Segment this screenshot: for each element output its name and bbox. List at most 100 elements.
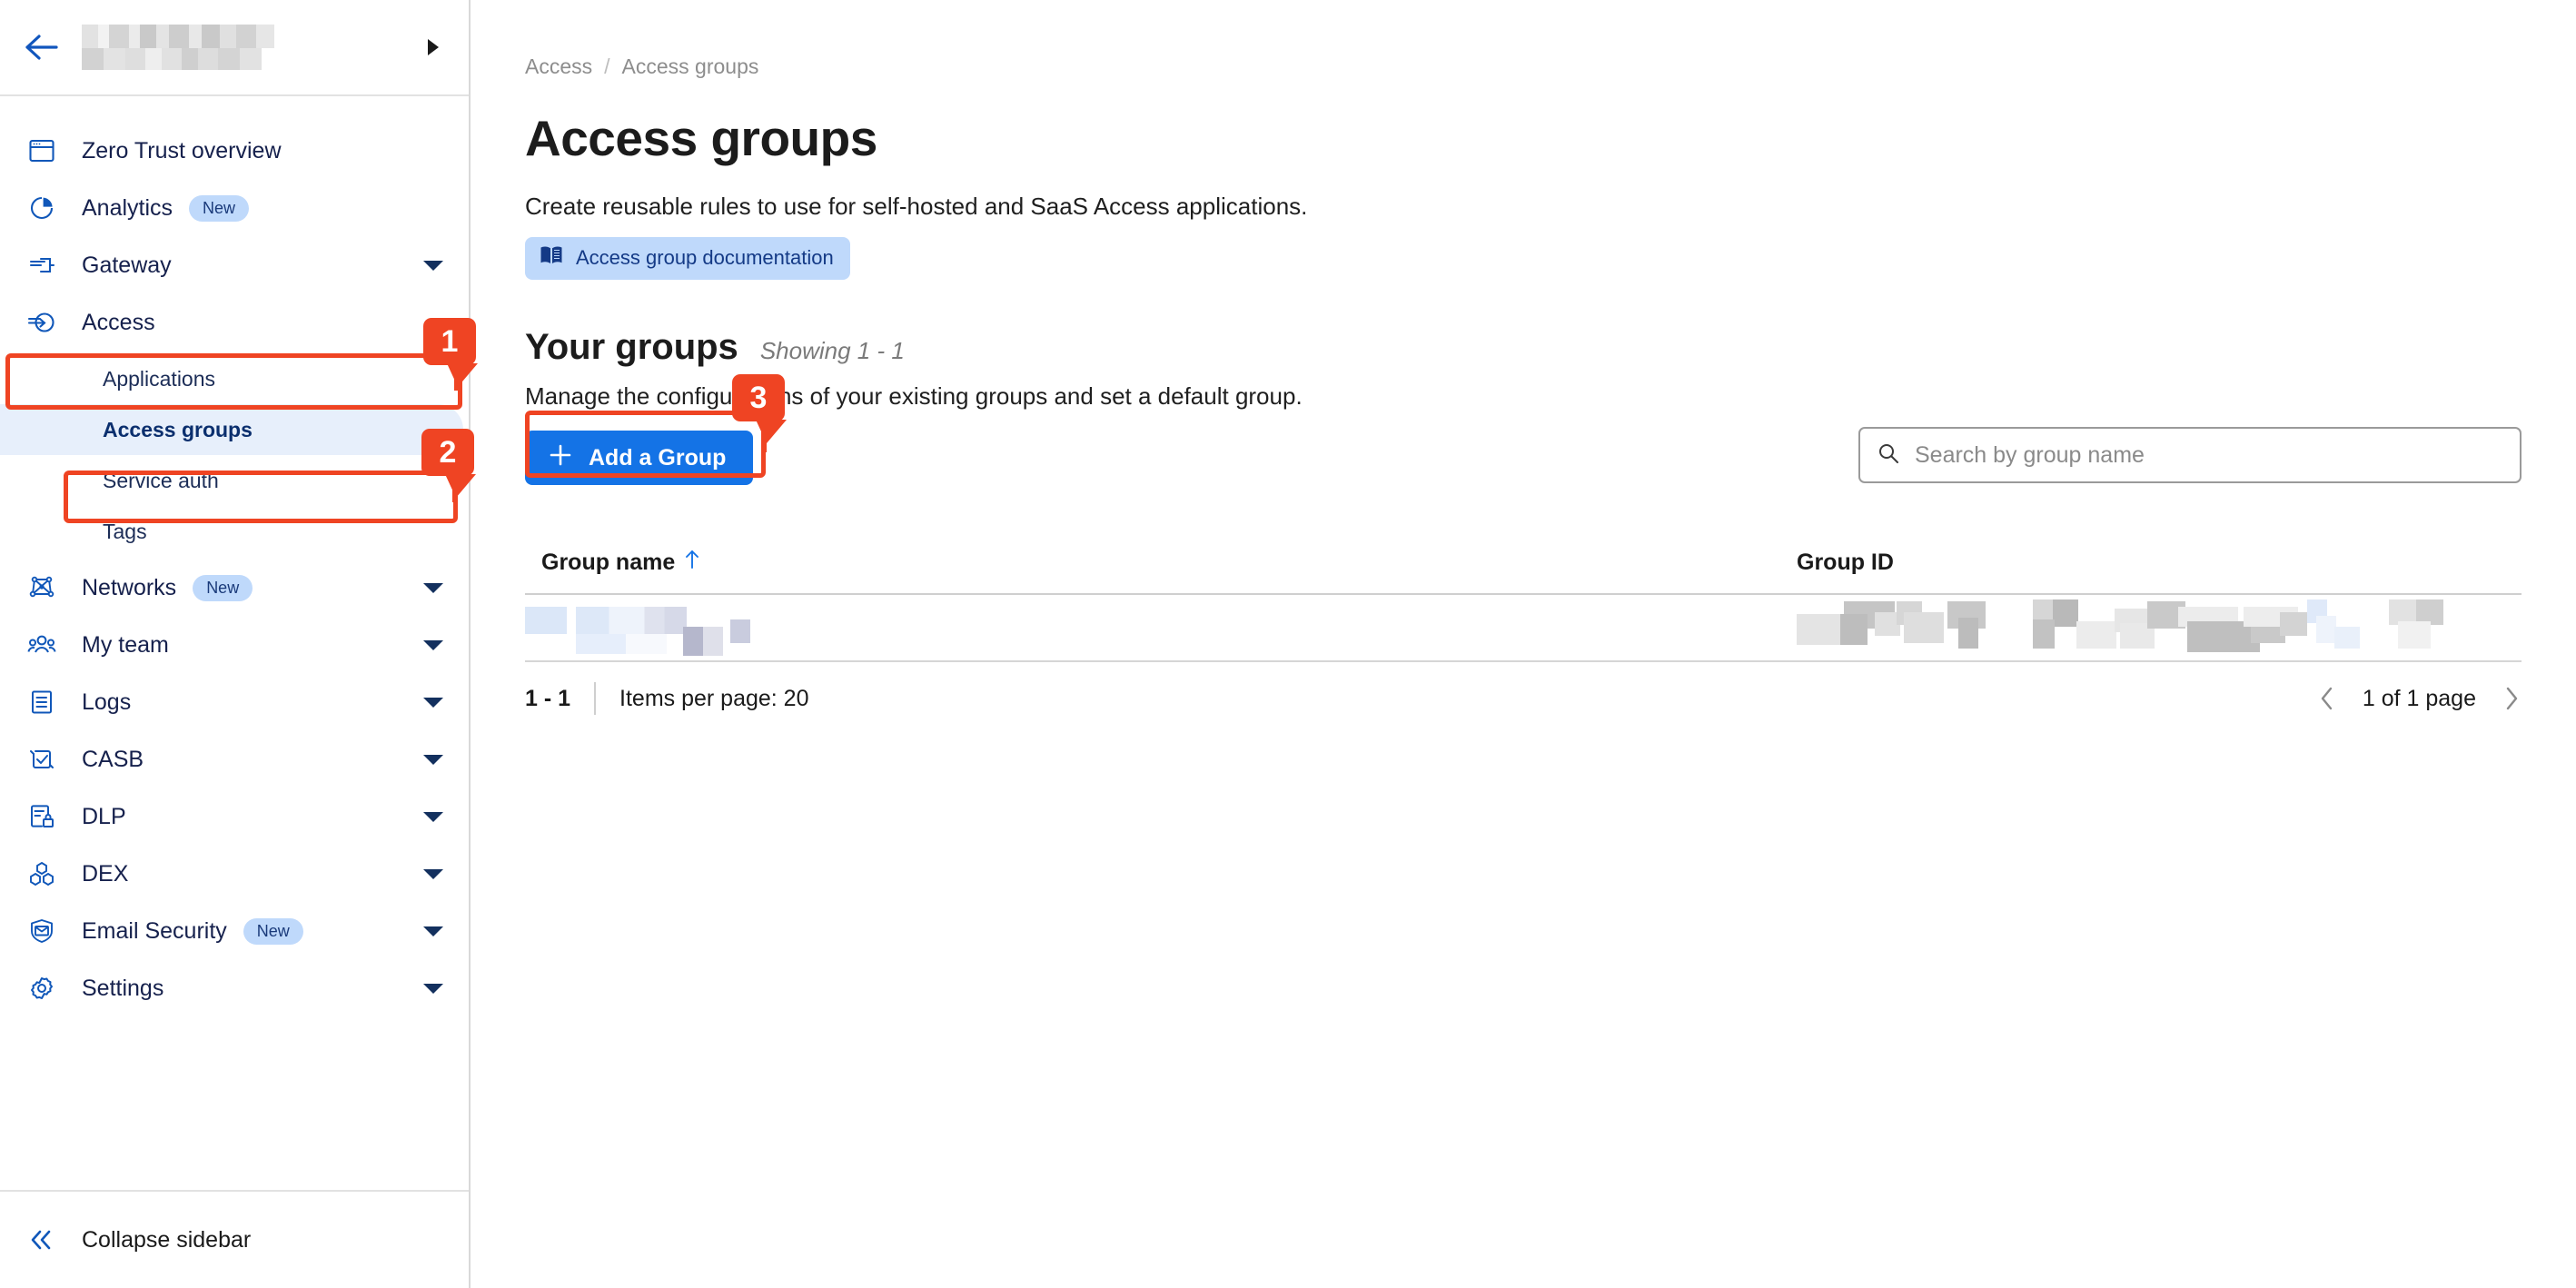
search-input[interactable] (1915, 441, 2503, 469)
sidebar-subitem-applications[interactable]: Applications (0, 353, 469, 404)
cell-group-name-redacted (525, 607, 1797, 656)
chevron-down-icon[interactable] (423, 582, 443, 593)
sidebar-subitem-service-auth[interactable]: Service auth (0, 455, 469, 506)
column-header-group-name[interactable]: Group name (525, 549, 1797, 577)
account-name-redacted (82, 21, 274, 74)
sidebar-item-analytics[interactable]: Analytics New (0, 182, 469, 234)
sidebar-account-header[interactable] (0, 0, 469, 96)
document-lock-icon (24, 803, 60, 830)
people-icon (24, 631, 60, 659)
breadcrumb-parent[interactable]: Access (525, 54, 592, 79)
sidebar-access-subnav: Applications Access groups Service auth … (0, 353, 469, 557)
your-groups-heading-row: Your groups Showing 1 - 1 (525, 327, 2522, 368)
sidebar-item-dlp[interactable]: DLP (0, 790, 469, 843)
sidebar-item-label: Access (82, 309, 155, 335)
sidebar-item-email-security[interactable]: Email Security New (0, 905, 469, 957)
sidebar-item-dex[interactable]: DEX (0, 847, 469, 900)
check-refresh-icon (24, 746, 60, 773)
sidebar-subitem-label: Tags (103, 519, 147, 543)
chevron-up-icon[interactable] (423, 317, 443, 328)
page-subtitle: Create reusable rules to use for self-ho… (525, 193, 1308, 220)
chevron-down-icon[interactable] (423, 983, 443, 994)
book-icon (540, 245, 563, 271)
new-badge: New (193, 574, 253, 601)
network-mesh-icon (24, 574, 60, 601)
chevron-right-icon[interactable] (2502, 685, 2522, 712)
chevron-down-icon[interactable] (423, 868, 443, 879)
sidebar-subitem-access-groups[interactable]: Access groups (0, 404, 463, 455)
sidebar-item-label: Zero Trust overview (82, 137, 282, 163)
chevron-down-icon[interactable] (423, 639, 443, 650)
your-groups-description: Manage the configurations of your existi… (525, 382, 1303, 410)
column-header-label: Group ID (1797, 550, 1894, 575)
sidebar: Zero Trust overview Analytics New Gatewa… (0, 0, 471, 1288)
table-footer: 1 - 1 Items per page: 20 1 of 1 page (525, 682, 2522, 715)
groups-table: Group name Group ID 1 - 1 Items per page… (525, 549, 2522, 715)
footer-divider (594, 682, 597, 715)
chevron-down-icon[interactable] (423, 926, 443, 936)
chevron-down-icon[interactable] (423, 697, 443, 708)
collapse-sidebar-button[interactable]: Collapse sidebar (0, 1190, 469, 1288)
sidebar-item-label: DLP (82, 803, 126, 829)
pagination: 1 of 1 page (2317, 685, 2522, 712)
pie-chart-icon (24, 194, 60, 222)
sidebar-item-label: CASB (82, 746, 144, 772)
sidebar-item-zero-trust-overview[interactable]: Zero Trust overview (0, 124, 469, 177)
sidebar-item-access[interactable]: Access (0, 296, 469, 349)
items-per-page-selector[interactable]: Items per page: 20 (619, 686, 808, 712)
doc-pill-label: Access group documentation (576, 246, 834, 269)
back-arrow-icon[interactable] (20, 26, 62, 68)
sidebar-item-my-team[interactable]: My team (0, 619, 469, 671)
chevron-left-icon[interactable] (2317, 685, 2337, 712)
gateway-icon (24, 252, 60, 279)
collapse-sidebar-label: Collapse sidebar (82, 1226, 252, 1253)
chevron-double-left-icon (24, 1228, 60, 1252)
showing-count: Showing 1 - 1 (759, 337, 905, 364)
main-content: Access / Access groups Access groups Cre… (471, 0, 2576, 1288)
new-badge: New (243, 917, 303, 945)
sidebar-item-label: Gateway (82, 252, 172, 278)
sidebar-item-logs[interactable]: Logs (0, 676, 469, 728)
sidebar-item-label: Analytics (82, 194, 173, 221)
gear-icon (24, 975, 60, 1002)
sidebar-subitem-label: Service auth (103, 468, 219, 492)
plus-icon (549, 443, 572, 473)
list-document-icon (24, 689, 60, 716)
sidebar-item-label: My team (82, 631, 169, 658)
access-group-documentation-link[interactable]: Access group documentation (525, 237, 850, 280)
search-box[interactable] (1858, 427, 2522, 483)
sidebar-item-gateway[interactable]: Gateway (0, 239, 469, 292)
sidebar-item-label: Logs (82, 689, 132, 715)
molecule-icon (24, 860, 60, 887)
sidebar-item-label: DEX (82, 860, 129, 887)
add-group-button[interactable]: Add a Group (525, 431, 754, 485)
sidebar-item-label: Networks (82, 574, 177, 600)
table-row[interactable] (525, 595, 2522, 662)
new-badge: New (189, 194, 250, 222)
chevron-down-icon[interactable] (423, 811, 443, 822)
sidebar-item-label: Email Security (82, 917, 227, 944)
breadcrumb: Access / Access groups (525, 54, 2522, 79)
sidebar-item-casb[interactable]: CASB (0, 733, 469, 786)
your-groups-title: Your groups (525, 327, 738, 367)
sidebar-subitem-label: Access groups (103, 417, 253, 441)
chevron-down-icon[interactable] (423, 260, 443, 271)
triangle-right-icon[interactable] (418, 32, 449, 63)
table-header-row: Group name Group ID (525, 549, 2522, 595)
browser-window-icon (24, 137, 60, 164)
page-title: Access groups (525, 110, 877, 166)
page-label: 1 of 1 page (2362, 685, 2476, 711)
sidebar-item-networks[interactable]: Networks New (0, 561, 469, 614)
breadcrumb-separator: / (604, 54, 610, 78)
sidebar-subitem-label: Applications (103, 366, 216, 391)
range-label: 1 - 1 (525, 685, 571, 711)
sidebar-subitem-tags[interactable]: Tags (0, 506, 469, 557)
chevron-down-icon[interactable] (423, 754, 443, 765)
access-arrow-icon (24, 309, 60, 336)
add-group-label: Add a Group (589, 444, 727, 471)
table-body (525, 595, 2522, 662)
action-row: Add a Group (525, 427, 2522, 487)
sidebar-item-settings[interactable]: Settings (0, 962, 469, 1015)
cell-group-id-redacted (1797, 599, 2522, 652)
breadcrumb-current[interactable]: Access groups (622, 54, 759, 79)
